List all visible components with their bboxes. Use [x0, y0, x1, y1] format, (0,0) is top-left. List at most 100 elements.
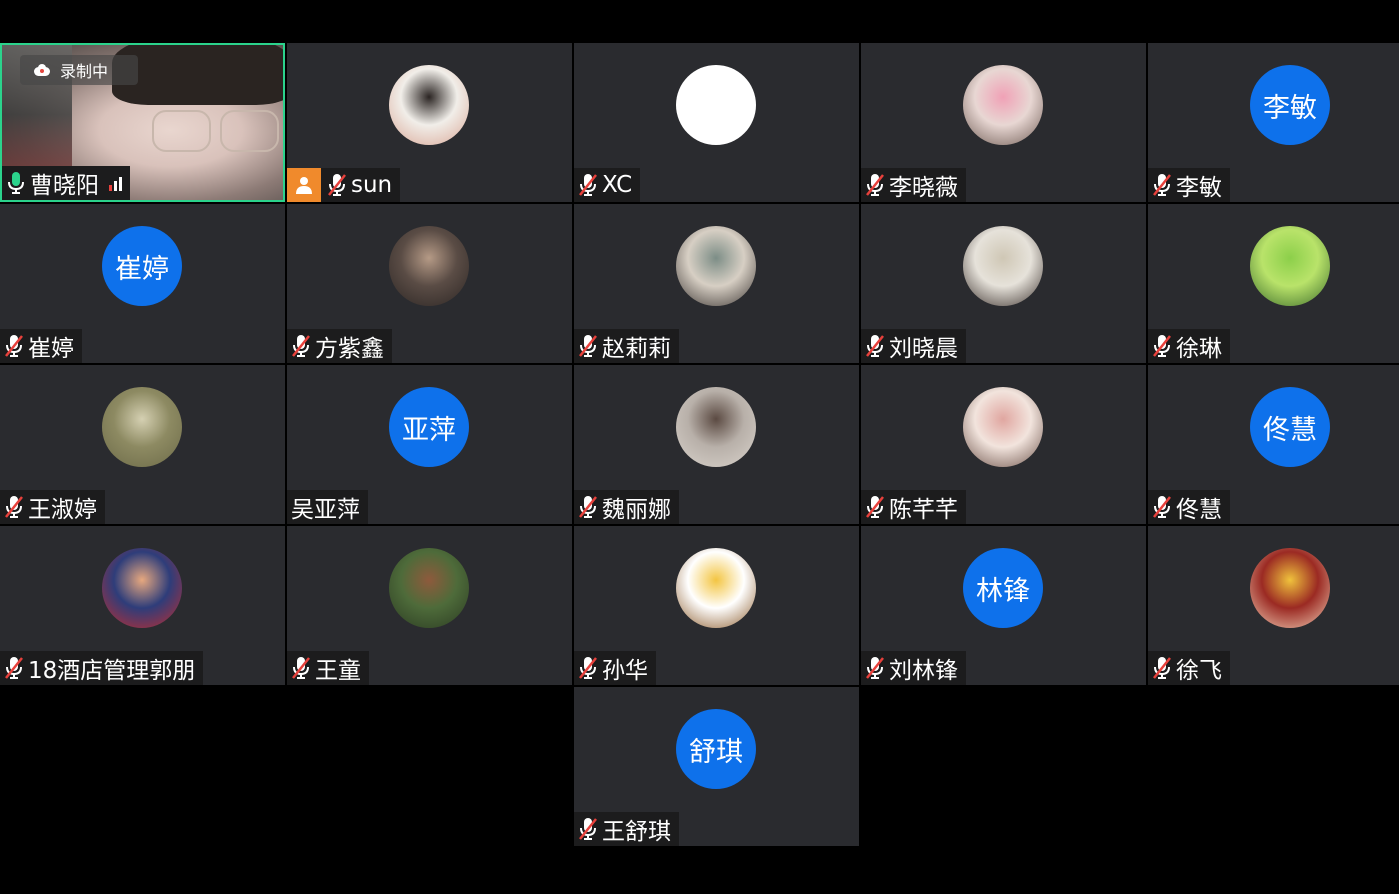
participant-name-bar: 王舒琪: [574, 812, 679, 846]
participant-tile[interactable]: 亚萍吴亚萍: [287, 365, 572, 524]
self-video-tile[interactable]: 录制中曹晓阳: [0, 43, 285, 202]
avatar-initials: 李敏: [1263, 92, 1317, 124]
participant-name-bar: 刘晓晨: [861, 329, 966, 363]
participant-name-bar: 赵莉莉: [574, 329, 679, 363]
participant-tile[interactable]: 李晓薇: [861, 43, 1146, 202]
microphone-muted-icon: [5, 496, 23, 518]
participant-name-bar: 徐飞: [1148, 651, 1230, 685]
participant-name-bar: 孙华: [574, 651, 656, 685]
avatar-photo: [102, 387, 182, 467]
participant-name-bar: 李晓薇: [861, 168, 966, 202]
participant-tile[interactable]: 魏丽娜: [574, 365, 859, 524]
microphone-muted-icon: [579, 657, 597, 679]
participant-name-bar: 魏丽娜: [574, 490, 679, 524]
avatar-photo: [389, 226, 469, 306]
participant-name-bar: 崔婷: [0, 329, 82, 363]
participant-name: 徐飞: [1176, 658, 1222, 684]
participant-gallery: 录制中 曹晓阳 sun XC 李晓薇 李敏 李敏 崔婷 崔婷 方紫鑫 赵莉莉 刘晓晨 徐琳 王淑婷 亚萍 吴亚…: [0, 43, 1399, 849]
avatar: 舒琪: [676, 709, 756, 789]
participant-tile[interactable]: 舒琪王舒琪: [574, 687, 859, 846]
microphone-muted-icon: [1153, 657, 1171, 679]
participant-name: 佟慧: [1176, 497, 1222, 523]
participant-name-bar: 陈芊芊: [861, 490, 966, 524]
avatar-photo: [963, 65, 1043, 145]
participant-tile[interactable]: 李敏 李敏: [1148, 43, 1399, 202]
microphone-muted-icon: [1153, 335, 1171, 357]
avatar-photo: [389, 548, 469, 628]
recording-indicator[interactable]: 录制中: [20, 55, 138, 85]
microphone-muted-icon: [328, 174, 346, 196]
avatar-photo: [676, 226, 756, 306]
participant-name-bar: 徐琳: [1148, 329, 1230, 363]
host-icon: [287, 168, 321, 202]
participant-name-bar: XC: [574, 168, 641, 202]
participant-name-bar: 曹晓阳: [2, 166, 130, 200]
participant-tile[interactable]: XC: [574, 43, 859, 202]
avatar-photo: [102, 548, 182, 628]
participant-name: 18酒店管理郭朋: [28, 658, 196, 684]
avatar: 佟慧: [1250, 387, 1330, 467]
participant-tile[interactable]: 王童: [287, 526, 572, 685]
participant-name: 孙华: [602, 658, 648, 684]
avatar-photo: [1250, 548, 1330, 628]
participant-name-bar: 王童: [287, 651, 369, 685]
participant-tile[interactable]: 方紫鑫: [287, 204, 572, 363]
avatar-photo: [963, 226, 1043, 306]
participant-name: sun: [351, 172, 393, 198]
avatar: 林锋: [963, 548, 1043, 628]
microphone-muted-icon: [5, 657, 23, 679]
participant-name: 徐琳: [1176, 336, 1222, 362]
participant-name-bar: sun: [287, 168, 401, 202]
avatar-initials: 舒琪: [689, 736, 743, 768]
participant-tile[interactable]: 林锋刘林锋: [861, 526, 1146, 685]
microphone-muted-icon: [866, 174, 884, 196]
avatar-initials: 亚萍: [402, 414, 456, 446]
microphone-muted-icon: [866, 335, 884, 357]
participant-name-bar: 方紫鑫: [287, 329, 392, 363]
participant-tile[interactable]: 18酒店管理郭朋: [0, 526, 285, 685]
avatar: 李敏: [1250, 65, 1330, 145]
participant-tile[interactable]: 崔婷 崔婷: [0, 204, 285, 363]
microphone-muted-icon: [292, 335, 310, 357]
participant-name-bar: 18酒店管理郭朋: [0, 651, 204, 685]
participant-name: 崔婷: [28, 336, 74, 362]
microphone-muted-icon: [866, 496, 884, 518]
microphone-muted-icon: [579, 174, 597, 196]
cloud-record-icon: [32, 64, 52, 76]
participant-name: 方紫鑫: [315, 336, 384, 362]
participant-name-bar: 王淑婷: [0, 490, 105, 524]
participant-tile[interactable]: 徐飞: [1148, 526, 1399, 685]
avatar-photo: [963, 387, 1043, 467]
participant-tile[interactable]: 赵莉莉: [574, 204, 859, 363]
microphone-muted-icon: [1153, 496, 1171, 518]
participant-tile[interactable]: sun: [287, 43, 572, 202]
participant-name: 魏丽娜: [602, 497, 671, 523]
avatar-photo: [1250, 226, 1330, 306]
microphone-muted-icon: [1153, 174, 1171, 196]
participant-tile[interactable]: 孙华: [574, 526, 859, 685]
microphone-muted-icon: [579, 818, 597, 840]
avatar: 崔婷: [102, 226, 182, 306]
participant-tile[interactable]: 陈芊芊: [861, 365, 1146, 524]
participant-name: 李敏: [1176, 175, 1222, 201]
participant-tile[interactable]: 王淑婷: [0, 365, 285, 524]
participant-name: 吴亚萍: [291, 497, 360, 523]
participant-name: 赵莉莉: [602, 336, 671, 362]
participant-tile[interactable]: 徐琳: [1148, 204, 1399, 363]
participant-tile[interactable]: 佟慧 佟慧: [1148, 365, 1399, 524]
participant-name: 刘林锋: [889, 658, 958, 684]
avatar: 亚萍: [389, 387, 469, 467]
video-subject-glasses: [152, 110, 282, 155]
avatar-photo: [389, 65, 469, 145]
participant-name: 王淑婷: [28, 497, 97, 523]
avatar-photo: [676, 548, 756, 628]
participant-name-bar: 佟慧: [1148, 490, 1230, 524]
participant-name: XC: [602, 172, 633, 198]
participant-name: 陈芊芊: [889, 497, 958, 523]
participant-tile[interactable]: 刘晓晨: [861, 204, 1146, 363]
signal-strength-icon: [109, 175, 122, 191]
microphone-on-icon: [8, 172, 24, 194]
microphone-muted-icon: [579, 335, 597, 357]
participant-name: 刘晓晨: [889, 336, 958, 362]
microphone-muted-icon: [579, 496, 597, 518]
